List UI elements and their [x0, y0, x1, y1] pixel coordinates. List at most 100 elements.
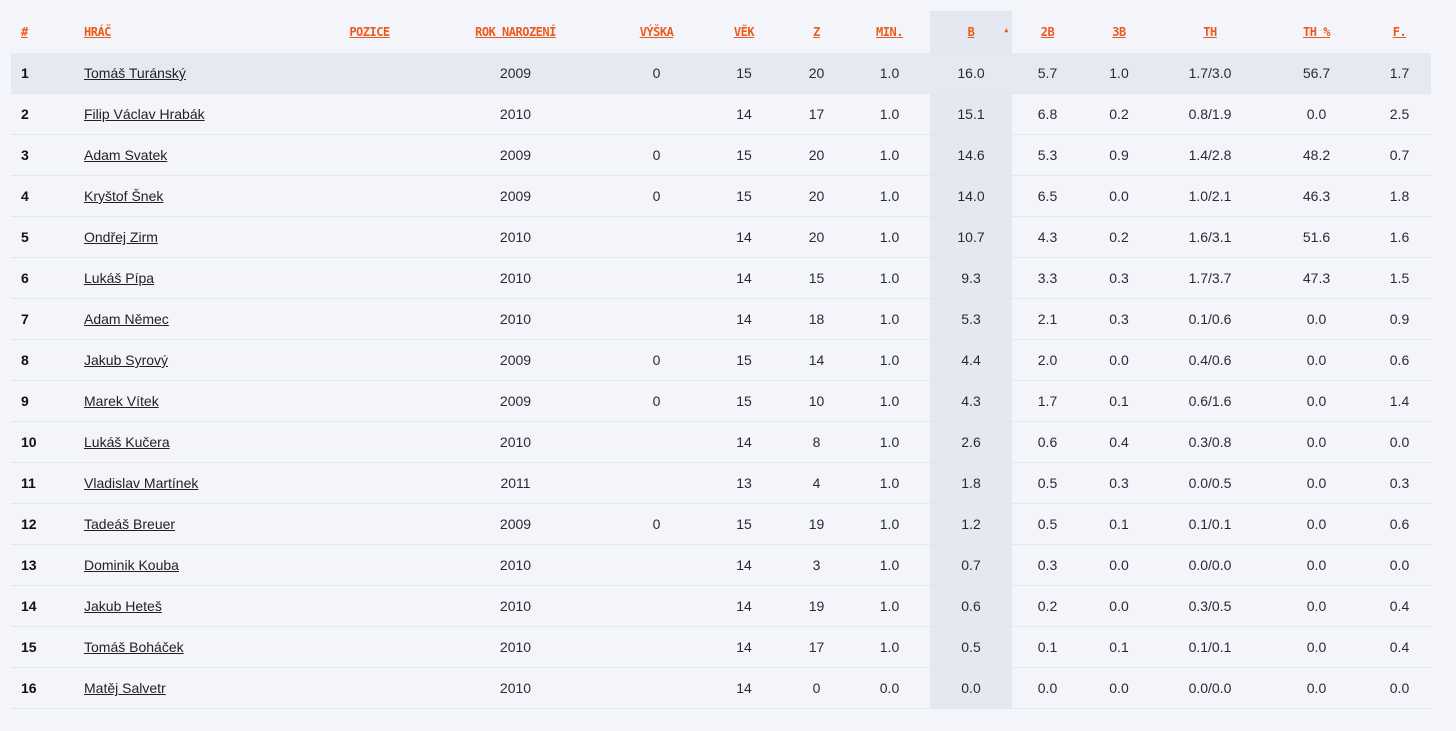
player-link[interactable]: Tomáš Boháček — [84, 639, 184, 655]
cell-games: 17 — [784, 93, 849, 135]
cell-free-throws: 0.3/0.8 — [1155, 421, 1265, 463]
cell-minutes: 1.0 — [849, 298, 930, 340]
cell-height — [609, 298, 704, 340]
cell-age: 14 — [704, 93, 784, 135]
cell-minutes: 1.0 — [849, 257, 930, 299]
player-link[interactable]: Kryštof Šnek — [84, 188, 163, 204]
cell-birth-year: 2009 — [422, 175, 609, 217]
cell-3pt: 0.1 — [1083, 380, 1155, 422]
cell-player-name: Lukáš Kučera — [84, 421, 317, 463]
sort-ascending-icon[interactable]: ▲ — [1004, 26, 1008, 34]
cell-fouls: 0.3 — [1368, 462, 1431, 504]
player-link[interactable]: Adam Němec — [84, 311, 169, 327]
cell-rank: 13 — [11, 544, 84, 586]
cell-2pt: 1.7 — [1012, 380, 1083, 422]
cell-points: 0.5 — [930, 626, 1012, 668]
cell-free-throw-pct: 0.0 — [1265, 462, 1368, 504]
player-link[interactable]: Adam Svatek — [84, 147, 167, 163]
cell-fouls: 1.7 — [1368, 53, 1431, 94]
cell-height: 0 — [609, 380, 704, 422]
cell-minutes: 0.0 — [849, 667, 930, 709]
cell-player-name: Kryštof Šnek — [84, 175, 317, 217]
cell-points: 0.0 — [930, 667, 1012, 709]
cell-2pt: 6.8 — [1012, 93, 1083, 135]
cell-fouls: 1.4 — [1368, 380, 1431, 422]
player-link[interactable]: Jakub Heteš — [84, 598, 162, 614]
cell-birth-year: 2010 — [422, 93, 609, 135]
player-link[interactable]: Dominik Kouba — [84, 557, 179, 573]
player-link[interactable]: Lukáš Pípa — [84, 270, 154, 286]
player-link[interactable]: Matěj Salvetr — [84, 680, 166, 696]
cell-minutes: 1.0 — [849, 585, 930, 627]
cell-position — [317, 216, 422, 258]
player-link[interactable]: Jakub Syrový — [84, 352, 168, 368]
cell-free-throws: 0.8/1.9 — [1155, 93, 1265, 135]
cell-player-name: Tomáš Boháček — [84, 626, 317, 668]
col-header-position[interactable]: POZICE — [317, 11, 422, 53]
cell-birth-year: 2010 — [422, 421, 609, 463]
player-stats-table-container: # HRÁČ POZICE ROK NAROZENÍ VÝŠKA VĚK Z M… — [11, 11, 1431, 709]
cell-games: 18 — [784, 298, 849, 340]
cell-position — [317, 421, 422, 463]
cell-points: 14.0 — [930, 175, 1012, 217]
cell-birth-year: 2009 — [422, 339, 609, 381]
cell-free-throw-pct: 0.0 — [1265, 585, 1368, 627]
col-header-free-throws[interactable]: TH — [1155, 11, 1265, 53]
cell-position — [317, 53, 422, 94]
col-header-minutes[interactable]: MIN. — [849, 11, 930, 53]
cell-position — [317, 93, 422, 135]
player-link[interactable]: Tomáš Turánský — [84, 65, 186, 81]
cell-points: 4.4 — [930, 339, 1012, 381]
cell-player-name: Jakub Syrový — [84, 339, 317, 381]
col-header-player[interactable]: HRÁČ — [84, 11, 317, 53]
col-header-free-throw-pct[interactable]: TH % — [1265, 11, 1368, 53]
player-link[interactable]: Vladislav Martínek — [84, 475, 198, 491]
col-header-fouls[interactable]: F. — [1368, 11, 1431, 53]
cell-2pt: 0.2 — [1012, 585, 1083, 627]
cell-height: 0 — [609, 503, 704, 545]
cell-games: 14 — [784, 339, 849, 381]
player-link[interactable]: Lukáš Kučera — [84, 434, 170, 450]
col-header-3pt[interactable]: 3B — [1083, 11, 1155, 53]
cell-player-name: Tomáš Turánský — [84, 53, 317, 94]
col-header-points[interactable]: B ▲ — [930, 11, 1012, 53]
cell-rank: 15 — [11, 626, 84, 668]
cell-points: 10.7 — [930, 216, 1012, 258]
player-link[interactable]: Marek Vítek — [84, 393, 159, 409]
cell-minutes: 1.0 — [849, 544, 930, 586]
col-header-games[interactable]: Z — [784, 11, 849, 53]
header-row: # HRÁČ POZICE ROK NAROZENÍ VÝŠKA VĚK Z M… — [11, 11, 1431, 53]
col-header-height[interactable]: VÝŠKA — [609, 11, 704, 53]
cell-rank: 2 — [11, 93, 84, 135]
cell-free-throw-pct: 0.0 — [1265, 93, 1368, 135]
cell-rank: 4 — [11, 175, 84, 217]
cell-player-name: Tadeáš Breuer — [84, 503, 317, 545]
cell-2pt: 5.3 — [1012, 134, 1083, 176]
cell-free-throw-pct: 0.0 — [1265, 339, 1368, 381]
col-header-rank[interactable]: # — [11, 11, 84, 53]
cell-rank: 7 — [11, 298, 84, 340]
cell-points: 0.7 — [930, 544, 1012, 586]
player-link[interactable]: Ondřej Zirm — [84, 229, 158, 245]
player-link[interactable]: Tadeáš Breuer — [84, 516, 175, 532]
cell-points: 5.3 — [930, 298, 1012, 340]
cell-position — [317, 257, 422, 299]
cell-games: 8 — [784, 421, 849, 463]
col-header-age[interactable]: VĚK — [704, 11, 784, 53]
cell-free-throws: 0.6/1.6 — [1155, 380, 1265, 422]
cell-player-name: Dominik Kouba — [84, 544, 317, 586]
cell-player-name: Lukáš Pípa — [84, 257, 317, 299]
cell-fouls: 0.9 — [1368, 298, 1431, 340]
cell-player-name: Ondřej Zirm — [84, 216, 317, 258]
cell-age: 15 — [704, 380, 784, 422]
cell-position — [317, 462, 422, 504]
cell-birth-year: 2011 — [422, 462, 609, 504]
player-link[interactable]: Filip Václav Hrabák — [84, 106, 205, 122]
cell-3pt: 0.1 — [1083, 626, 1155, 668]
cell-3pt: 0.3 — [1083, 298, 1155, 340]
cell-games: 20 — [784, 53, 849, 94]
cell-height — [609, 544, 704, 586]
col-header-2pt[interactable]: 2B — [1012, 11, 1083, 53]
cell-3pt: 0.4 — [1083, 421, 1155, 463]
col-header-birth-year[interactable]: ROK NAROZENÍ — [422, 11, 609, 53]
